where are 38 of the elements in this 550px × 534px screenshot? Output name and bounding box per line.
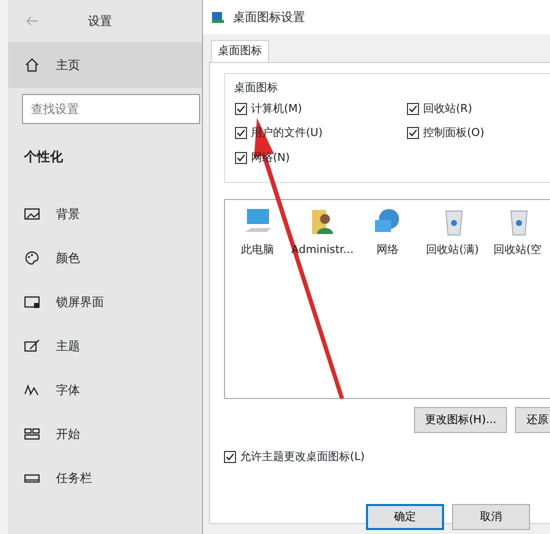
sidebar-item[interactable]: 锁屏界面 — [8, 280, 202, 324]
checkbox[interactable] — [224, 451, 236, 464]
checkbox[interactable] — [235, 152, 247, 164]
sidebar-item[interactable]: 字体 — [8, 368, 202, 412]
sidebar-item[interactable]: 主题 — [8, 324, 202, 368]
checkbox-label: 回收站(R) — [423, 100, 472, 116]
checkbox-label: 控制面板(O) — [423, 125, 484, 141]
checkbox[interactable] — [407, 127, 419, 140]
window-title: 设置 — [88, 13, 112, 30]
palette-icon — [24, 250, 40, 266]
icon-label: 回收站(满) — [426, 242, 479, 258]
start-icon — [24, 426, 40, 442]
sidebar-item[interactable]: 开始 — [8, 412, 202, 456]
checkbox[interactable] — [235, 127, 247, 140]
home-item[interactable]: 主页 — [8, 42, 202, 88]
dialog-title: 桌面图标设置 — [233, 9, 305, 26]
search-field[interactable]: 查找设置 — [22, 94, 200, 124]
button[interactable]: 更改图标(H)... — [414, 407, 508, 433]
sidebar-item[interactable]: 颜色 — [8, 236, 202, 280]
brush-icon — [24, 338, 40, 354]
icon-label: 回收站(空 — [493, 242, 542, 258]
checkbox[interactable] — [407, 102, 419, 115]
picture-icon — [24, 206, 40, 222]
section-title: 个性化 — [23, 149, 64, 167]
button[interactable]: 还原 — [515, 407, 550, 433]
sidebar-item[interactable]: 背景 — [8, 192, 202, 236]
tab[interactable]: 桌面图标 — [211, 40, 269, 62]
checkbox[interactable] — [235, 102, 247, 115]
checkbox-label: 允许主题更改桌面图标(L) — [240, 449, 365, 465]
sidebar-item[interactable]: 任务栏 — [8, 456, 202, 500]
app-icon — [211, 10, 225, 24]
home-icon — [24, 57, 40, 73]
icon-label: 此电脑 — [241, 242, 274, 258]
button[interactable]: 取消 — [452, 504, 530, 530]
icon-label: 网络 — [376, 242, 398, 258]
checkbox-label: 计算机(M) — [251, 100, 302, 116]
button[interactable]: 确定 — [366, 504, 444, 530]
lock-screen-icon — [24, 294, 40, 310]
